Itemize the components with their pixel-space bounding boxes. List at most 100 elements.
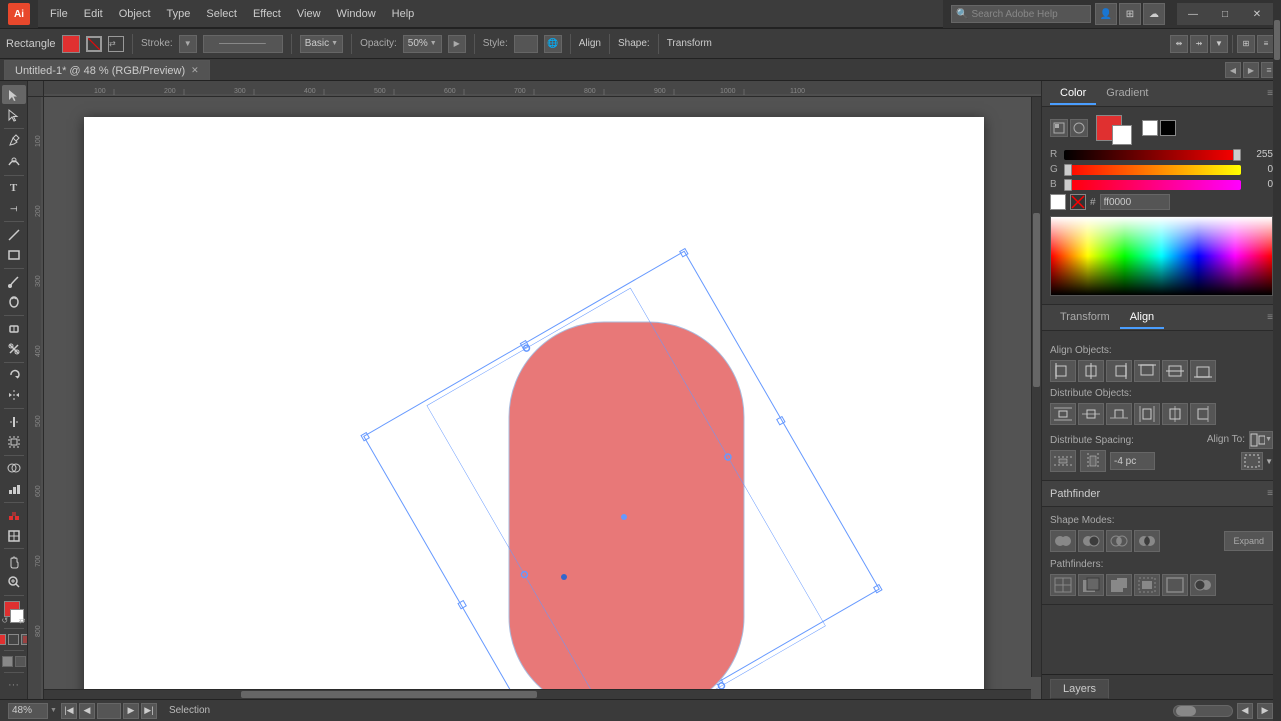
swap-colors-btn[interactable]: ⇄ [108, 36, 124, 52]
hex-input[interactable] [1100, 194, 1170, 210]
curvature-tool-btn[interactable] [2, 152, 26, 171]
type-tool-btn[interactable]: T [2, 178, 26, 197]
profile-btn[interactable]: 👤 [1095, 3, 1117, 25]
style-globe-btn[interactable]: 🌐 [544, 35, 562, 53]
unite-btn[interactable] [1050, 530, 1076, 552]
doc-tab-close-0[interactable]: ✕ [191, 65, 199, 76]
rotate-tool-btn[interactable] [2, 365, 26, 384]
nav-right-scroll[interactable]: ▶ [1257, 703, 1273, 719]
color-tab[interactable]: Color [1050, 83, 1096, 105]
dist-spacing-h-btn[interactable] [1080, 450, 1106, 472]
hand-tool-btn[interactable] [2, 552, 26, 571]
nav-next-btn[interactable]: ▶ [123, 703, 139, 719]
spacing-value-input[interactable] [1110, 452, 1155, 470]
g-slider-track[interactable] [1064, 165, 1241, 175]
minus-front-btn[interactable] [1078, 530, 1104, 552]
vertical-scrollbar[interactable] [1031, 97, 1041, 677]
crop-btn[interactable] [1134, 574, 1160, 596]
nav-left-scroll[interactable]: ◀ [1237, 703, 1253, 719]
dist-right-btn[interactable] [1190, 403, 1216, 425]
dist-h-center-btn[interactable] [1162, 403, 1188, 425]
scissors-tool-btn[interactable] [2, 339, 26, 358]
align-left-btn[interactable] [1050, 360, 1076, 382]
nav-first-btn[interactable]: |◀ [61, 703, 77, 719]
free-transform-btn[interactable] [2, 432, 26, 451]
color-mode-hsb-btn[interactable] [1070, 119, 1088, 137]
draw-inside-btn[interactable] [8, 634, 19, 645]
minus-back-btn[interactable] [1190, 574, 1216, 596]
status-toggle[interactable] [1173, 705, 1233, 717]
exclude-btn[interactable] [1134, 530, 1160, 552]
align-horiz-btn[interactable]: ⇹ [1170, 35, 1188, 53]
horizontal-scroll-thumb[interactable] [241, 691, 537, 698]
outline-btn[interactable] [1162, 574, 1188, 596]
reflect-tool-btn[interactable] [2, 386, 26, 405]
align-vert-btn[interactable]: ⇸ [1190, 35, 1208, 53]
tabs-right-btn[interactable]: ▶ [1243, 62, 1259, 78]
brush-dropdown[interactable]: Basic ▼ [300, 35, 343, 53]
menu-help[interactable]: Help [384, 6, 423, 22]
r-slider-thumb[interactable] [1233, 149, 1241, 161]
color-panel-header[interactable]: Color Gradient ≡ [1042, 81, 1281, 107]
dist-top-btn[interactable] [1050, 403, 1076, 425]
divide-btn[interactable] [1050, 574, 1076, 596]
intersect-btn[interactable] [1106, 530, 1132, 552]
artboard-num-input[interactable]: 1 [97, 703, 121, 719]
align-to-chevron[interactable]: ▼ [1265, 457, 1273, 466]
width-tool-btn[interactable] [2, 412, 26, 431]
nav-last-btn[interactable]: ▶| [141, 703, 157, 719]
window-close-btn[interactable]: ✕ [1241, 3, 1273, 25]
horizontal-scrollbar[interactable] [44, 689, 1031, 699]
b-slider-track[interactable] [1064, 180, 1241, 190]
color-mode-rgb-btn[interactable] [1050, 119, 1068, 137]
transform-tab[interactable]: Transform [1050, 307, 1120, 329]
draw-behind-btn[interactable] [21, 634, 28, 645]
selection-tool-btn[interactable] [2, 85, 26, 104]
expand-btn[interactable]: Expand [1224, 531, 1273, 551]
align-panel-header[interactable]: Transform Align ≡ [1042, 305, 1281, 331]
menu-edit[interactable]: Edit [76, 6, 111, 22]
fill-swatch[interactable] [62, 35, 80, 53]
window-minimize-btn[interactable]: — [1177, 3, 1209, 25]
trim-btn[interactable] [1078, 574, 1104, 596]
dist-bottom-btn[interactable] [1106, 403, 1132, 425]
opacity-options-btn[interactable]: ▶ [448, 35, 466, 53]
align-to-selection-btn[interactable] [1241, 452, 1263, 470]
view-grid-btn[interactable]: ⊞ [1237, 35, 1255, 53]
align-to-dropdown[interactable]: ▼ [1249, 431, 1273, 449]
window-maximize-btn[interactable]: □ [1209, 3, 1241, 25]
live-paint-btn[interactable] [2, 505, 26, 524]
shape-builder-btn[interactable] [2, 459, 26, 478]
stroke-value-input[interactable] [203, 35, 283, 53]
color-spectrum[interactable] [1050, 216, 1273, 296]
type-vertical-btn[interactable]: T [2, 199, 26, 218]
artboard[interactable] [84, 117, 984, 699]
white-swatch-btn[interactable] [1142, 120, 1158, 136]
zoom-tool-btn[interactable] [2, 573, 26, 592]
zoom-dropdown-btn[interactable]: ▼ [50, 707, 57, 714]
eraser-tool-btn[interactable] [2, 319, 26, 338]
align-bottom-btn[interactable] [1190, 360, 1216, 382]
stroke-arrow-btn[interactable]: ▼ [179, 35, 197, 53]
opacity-input[interactable]: 50% ▼ [403, 35, 442, 53]
align-v-center-btn[interactable] [1162, 360, 1188, 382]
null-color-btn[interactable] [1070, 194, 1086, 210]
black-swatch-btn[interactable] [1160, 120, 1176, 136]
full-screen-btn[interactable] [15, 656, 26, 667]
blob-brush-tool-btn[interactable] [2, 292, 26, 311]
align-right-btn[interactable] [1106, 360, 1132, 382]
pen-tool-btn[interactable] [2, 132, 26, 151]
align-tab[interactable]: Align [1120, 307, 1164, 329]
rectangle-tool-btn[interactable] [2, 246, 26, 265]
align-top-btn[interactable] [1134, 360, 1160, 382]
panel-btn[interactable]: ⊞ [1119, 3, 1141, 25]
menu-object[interactable]: Object [111, 6, 159, 22]
menu-select[interactable]: Select [198, 6, 245, 22]
swap-colors-btn-2[interactable]: ⇄ [19, 616, 26, 625]
menu-view[interactable]: View [289, 6, 329, 22]
menu-effect[interactable]: Effect [245, 6, 289, 22]
menu-type[interactable]: Type [159, 6, 199, 22]
layers-tab[interactable]: Layers [1050, 679, 1109, 699]
bar-graph-btn[interactable] [2, 479, 26, 498]
style-swatch[interactable] [514, 35, 538, 53]
